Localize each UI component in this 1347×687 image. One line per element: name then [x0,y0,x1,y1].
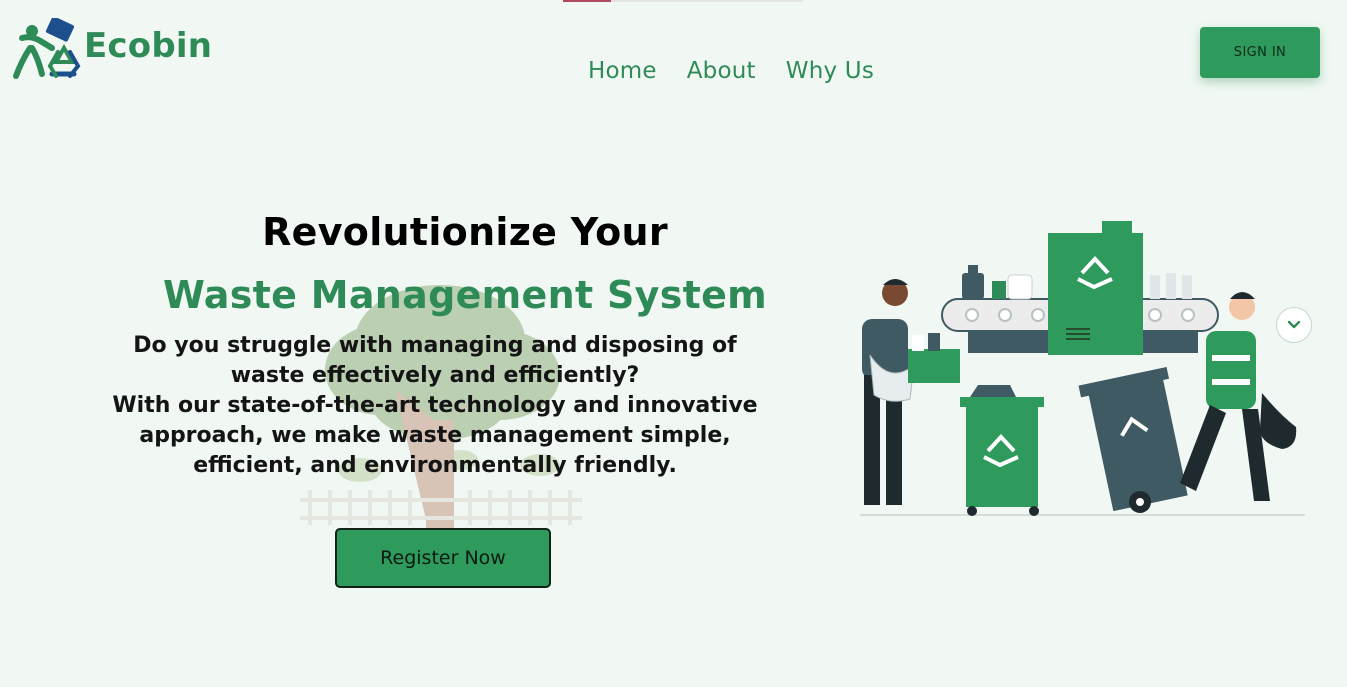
hero-desc-line: With our state-of-the-art technology and… [112,393,758,418]
recycle-person-icon [13,18,81,79]
hero-desc-line: waste effectively and efficiently? [230,363,640,388]
hero-subtitle: Waste Management System [162,273,768,317]
brand-logo[interactable]: Ecobin [12,18,212,82]
hero-description: Do you struggle with managing and dispos… [60,331,810,481]
recycling-workers-illustration [860,221,1305,516]
nav-why-us[interactable]: Why Us [786,58,874,84]
hero-desc-line: Do you struggle with managing and dispos… [133,333,737,358]
nav-about[interactable]: About [687,58,756,84]
main-nav: Home About Why Us [588,58,904,84]
chevron-down-icon [1287,320,1301,329]
nav-home[interactable]: Home [588,58,657,84]
sign-in-button[interactable]: SIGN IN [1200,27,1320,78]
hero-title: Revolutionize Your [262,210,668,254]
register-now-button[interactable]: Register Now [335,528,551,588]
scroll-down-button[interactable] [1276,307,1312,343]
hero-desc-line: approach, we make waste management simpl… [139,423,731,448]
top-progress-line [563,0,803,2]
brand-name: Ecobin [84,26,213,66]
hero-desc-line: efficient, and environmentally friendly. [193,453,677,478]
